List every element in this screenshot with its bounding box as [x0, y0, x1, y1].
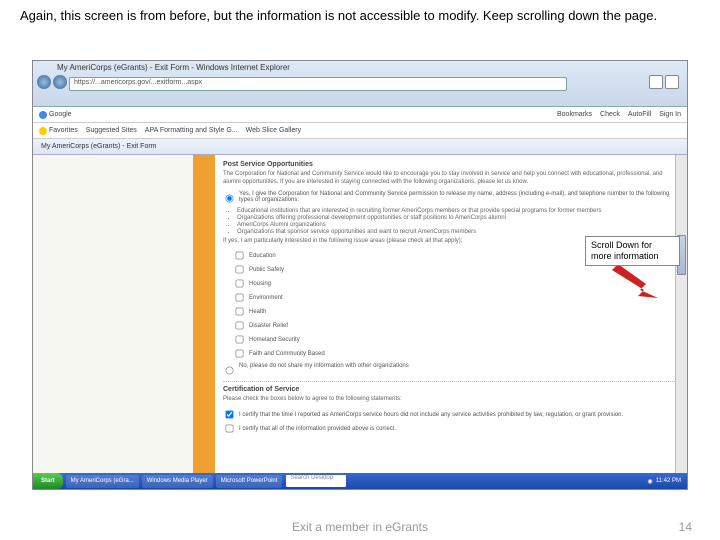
org-bullet-list: Educational institutions that are intere…: [237, 208, 679, 235]
check-housing[interactable]: [236, 280, 244, 288]
instruction-text: Again, this screen is from before, but t…: [20, 8, 700, 25]
section-divider: [223, 381, 679, 382]
check-faith[interactable]: [236, 350, 244, 358]
check-label: Education: [249, 253, 276, 259]
radio-no[interactable]: [226, 367, 234, 375]
check-label: Faith and Community Based: [249, 351, 325, 357]
radio-yes-row: Yes, I give the Corporation for National…: [223, 191, 679, 205]
check-label: Housing: [249, 281, 271, 287]
check-label: Environment: [249, 295, 283, 301]
tab-active[interactable]: My AmeriCorps (eGrants) - Exit Form: [41, 143, 157, 150]
task-item[interactable]: Microsoft PowerPoint: [216, 475, 283, 488]
form-panel: Post Service Opportunities The Corporati…: [215, 155, 687, 473]
radio-yes[interactable]: [226, 194, 234, 202]
check-label: Public Safety: [249, 267, 284, 273]
radio-yes-label: Yes, I give the Corporation for National…: [239, 191, 679, 203]
check-public-safety[interactable]: [236, 266, 244, 274]
check-cert1[interactable]: [226, 411, 234, 419]
cert-label: I certify that the time I reported as Am…: [239, 412, 623, 418]
search-provider-icon[interactable]: [665, 75, 679, 89]
suggested-sites[interactable]: Suggested Sites: [86, 127, 137, 134]
system-tray: ◉ 11:42 PM: [642, 478, 688, 485]
browser-chrome-top: My AmeriCorps (eGrants) - Exit Form - Wi…: [33, 61, 687, 107]
orange-sidebar: [193, 155, 215, 473]
check-label: Health: [249, 309, 266, 315]
cert-intro: Please check the boxes below to agree to…: [223, 396, 679, 404]
radio-no-row: No, please do not share my information w…: [223, 363, 679, 377]
clock: 11:42 PM: [656, 478, 681, 484]
vertical-scrollbar[interactable]: [675, 155, 687, 473]
tray-icon[interactable]: ◉: [648, 478, 653, 485]
section-heading-post-service: Post Service Opportunities: [223, 161, 679, 168]
check-education[interactable]: [236, 252, 244, 260]
check-health[interactable]: [236, 308, 244, 316]
check-environment[interactable]: [236, 294, 244, 302]
bullet-item: AmeriCorps Alumni organizations: [237, 222, 679, 228]
back-icon[interactable]: [37, 75, 51, 89]
toolbar-check[interactable]: Check: [600, 111, 620, 118]
start-button[interactable]: Start: [33, 473, 63, 489]
desktop-search[interactable]: Search Desktop: [286, 475, 346, 487]
favorites-label[interactable]: Favorites: [39, 127, 78, 135]
radio-no-label: No, please do not share my information w…: [239, 363, 409, 369]
apa-link[interactable]: APA Formatting and Style G...: [145, 127, 238, 134]
red-arrow-icon: [610, 260, 670, 310]
scroll-callout: Scroll Down for more information: [585, 236, 680, 266]
check-disaster[interactable]: [236, 322, 244, 330]
toolbar-favorites: Favorites Suggested Sites APA Formatting…: [33, 123, 687, 139]
toolbar-autofill[interactable]: AutoFill: [628, 111, 651, 118]
tab-strip: My AmeriCorps (eGrants) - Exit Form: [33, 139, 687, 155]
window-title: My AmeriCorps (eGrants) - Exit Form - Wi…: [57, 63, 290, 72]
toolbar-bookmarks[interactable]: Bookmarks: [557, 111, 592, 118]
left-margin: [33, 155, 193, 473]
webslice[interactable]: Web Slice Gallery: [246, 127, 302, 134]
bullet-item: Organizations that sponsor service oppor…: [237, 229, 679, 235]
task-item[interactable]: My AmeriCorps (eGra...: [66, 475, 139, 488]
check-label: Disaster Relief: [249, 323, 288, 329]
toolbar-google: Google Bookmarks Check AutoFill Sign In: [33, 107, 687, 123]
bullet-item: Organizations offering professional deve…: [237, 215, 679, 221]
bullet-item: Educational institutions that are intere…: [237, 208, 679, 214]
section-heading-cert: Certification of Service: [223, 386, 679, 393]
forward-icon[interactable]: [53, 75, 67, 89]
google-icon: [39, 111, 47, 119]
search-buttons: [649, 75, 679, 89]
cert-label: I certify that all of the information pr…: [239, 426, 396, 432]
intro-paragraph: The Corporation for National and Communi…: [223, 171, 679, 187]
windows-taskbar: Start My AmeriCorps (eGra... Windows Med…: [33, 473, 687, 489]
check-label: Homeland Security: [249, 337, 300, 343]
star-icon: [39, 127, 47, 135]
page-content: Post Service Opportunities The Corporati…: [33, 155, 687, 473]
slide-footer: Exit a member in eGrants: [0, 520, 720, 534]
task-item[interactable]: Windows Media Player: [142, 475, 213, 488]
check-homeland[interactable]: [236, 336, 244, 344]
page-number: 14: [679, 520, 692, 534]
toolbar-signin[interactable]: Sign In: [659, 111, 681, 118]
search-icon[interactable]: [649, 75, 663, 89]
nav-buttons[interactable]: [37, 75, 67, 89]
browser-screenshot: My AmeriCorps (eGrants) - Exit Form - Wi…: [32, 60, 688, 490]
address-bar[interactable]: https://...americorps.gov/...exitform...…: [69, 77, 567, 91]
check-cert2[interactable]: [226, 425, 234, 433]
